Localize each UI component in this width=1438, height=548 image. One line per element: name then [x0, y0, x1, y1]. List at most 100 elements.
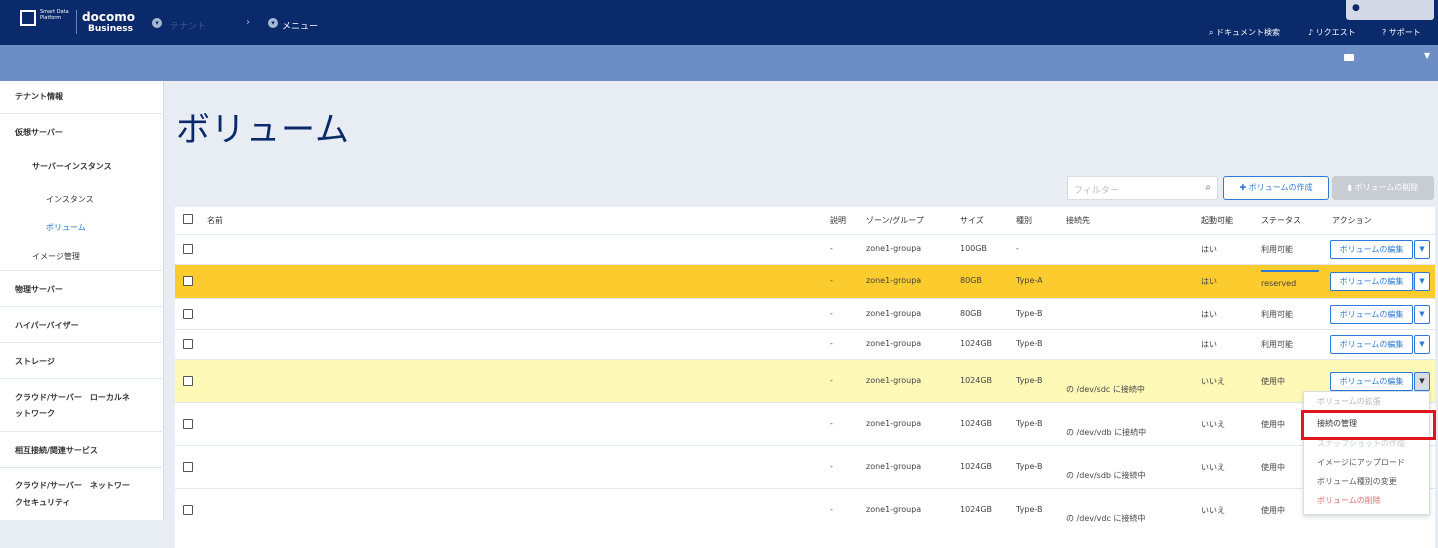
- select-all-checkbox[interactable]: [183, 214, 193, 224]
- sidebar-item-tenant[interactable]: テナント情報: [15, 91, 63, 102]
- action-dropdown-toggle[interactable]: ▼: [1414, 240, 1430, 259]
- cell-zone: zone1-groupa: [866, 309, 922, 318]
- sidebar-footer: [0, 520, 164, 548]
- table-row[interactable]: [175, 402, 1435, 445]
- cell-status: reserved: [1261, 279, 1297, 288]
- row-checkbox[interactable]: [183, 505, 193, 515]
- edit-volume-button[interactable]: ボリュームの編集: [1330, 272, 1413, 291]
- menu-dropdown-icon[interactable]: ▾: [268, 18, 278, 28]
- header-type[interactable]: 種別: [1016, 215, 1032, 226]
- sidebar-item-cloud-local-2[interactable]: ットワーク: [15, 408, 55, 419]
- edit-volume-button[interactable]: ボリュームの編集: [1330, 305, 1413, 324]
- row-checkbox[interactable]: [183, 376, 193, 386]
- sidebar-item-interconnect[interactable]: 相互接続/関連サービス: [15, 445, 98, 456]
- menu-item-extend[interactable]: ボリュームの拡張: [1317, 396, 1381, 407]
- cell-size: 1024GB: [960, 339, 993, 348]
- cell-zone: zone1-groupa: [866, 376, 922, 385]
- menu-item-delete[interactable]: ボリュームの削除: [1317, 495, 1381, 506]
- sidebar-item-virtual-server[interactable]: 仮想サーバー: [15, 127, 63, 138]
- cell-type: -: [1016, 244, 1019, 253]
- row-checkbox[interactable]: [183, 244, 193, 254]
- cell-desc: -: [830, 244, 833, 253]
- header-status[interactable]: ステータス: [1261, 215, 1301, 226]
- plus-icon: ✚: [1239, 183, 1249, 192]
- user-menu-button[interactable]: ●: [1346, 0, 1434, 20]
- filter-input[interactable]: フィルター ⌕: [1067, 176, 1218, 200]
- row-checkbox[interactable]: [183, 419, 193, 429]
- sidebar-item-cloud-local[interactable]: クラウド/サーバー ローカルネ: [15, 392, 130, 403]
- support-label: サポート: [1388, 28, 1421, 37]
- header-boot[interactable]: 起動可能: [1201, 215, 1233, 226]
- sidebar-item-hypervisor[interactable]: ハイパーバイザー: [15, 320, 79, 331]
- cell-size: 80GB: [960, 309, 982, 318]
- action-dropdown-toggle[interactable]: ▼: [1414, 305, 1430, 324]
- table-row[interactable]: [175, 329, 1435, 359]
- cell-status: 使用中: [1261, 463, 1285, 472]
- header-size[interactable]: サイズ: [960, 215, 984, 226]
- cell-desc: -: [830, 462, 833, 471]
- sdp-logo-icon[interactable]: [20, 10, 36, 26]
- menu-item-upload-image[interactable]: イメージにアップロード: [1317, 457, 1405, 468]
- header-name[interactable]: 名前: [207, 215, 223, 226]
- chevron-down-icon[interactable]: ▼: [1424, 51, 1430, 60]
- header-desc[interactable]: 説明: [830, 215, 846, 226]
- cell-type: Type-A: [1016, 276, 1043, 285]
- sidebar-item-cloud-security[interactable]: クラウド/サーバー ネットワー: [15, 480, 130, 491]
- cell-boot: いいえ: [1201, 420, 1225, 429]
- action-dropdown-toggle[interactable]: ▼: [1414, 335, 1430, 354]
- search-icon[interactable]: ⌕: [1205, 182, 1211, 193]
- create-volume-button[interactable]: ✚ ボリュームの作成: [1223, 176, 1329, 200]
- sidebar-item-image[interactable]: イメージ管理: [32, 251, 80, 262]
- divider: [0, 431, 164, 432]
- support-link[interactable]: ? サポート: [1382, 27, 1421, 38]
- cell-type: Type-B: [1016, 462, 1043, 471]
- cell-conn: の /dev/vdc に接続中: [1066, 514, 1146, 523]
- action-dropdown-toggle[interactable]: ▼: [1414, 272, 1430, 291]
- logo-divider: [76, 10, 77, 34]
- sidebar-item-volume[interactable]: ボリューム: [46, 222, 86, 233]
- table-row[interactable]: [175, 264, 1435, 298]
- breadcrumb-chevron-icon: ›: [246, 17, 250, 28]
- edit-volume-button[interactable]: ボリュームの編集: [1330, 335, 1413, 354]
- table-row[interactable]: [175, 234, 1435, 264]
- row-checkbox[interactable]: [183, 462, 193, 472]
- delete-volume-button[interactable]: ▮ ボリュームの削除: [1332, 176, 1434, 200]
- row-checkbox[interactable]: [183, 339, 193, 349]
- action-dropdown-toggle[interactable]: ▼: [1414, 372, 1430, 391]
- sub-header-bar: [0, 45, 1438, 81]
- divider: [0, 342, 164, 343]
- sidebar-item-instance[interactable]: インスタンス: [46, 194, 94, 205]
- breadcrumb-menu[interactable]: メニュー: [282, 19, 318, 32]
- sidebar-item-server-instance[interactable]: サーバーインスタンス: [32, 161, 112, 172]
- help-icon: ?: [1382, 28, 1389, 37]
- header-conn[interactable]: 接続先: [1066, 215, 1090, 226]
- cell-boot: はい: [1201, 245, 1217, 254]
- table-row[interactable]: [175, 488, 1435, 531]
- filter-placeholder: フィルター: [1074, 186, 1119, 196]
- cell-zone: zone1-groupa: [866, 462, 922, 471]
- edit-volume-button[interactable]: ボリュームの編集: [1330, 372, 1413, 391]
- sidebar: テナント情報 仮想サーバー サーバーインスタンス インスタンス ボリューム イメ…: [0, 81, 164, 548]
- row-checkbox[interactable]: [183, 309, 193, 319]
- page-title: ボリューム: [176, 110, 350, 150]
- table-row[interactable]: [175, 359, 1435, 402]
- menu-item-change-type[interactable]: ボリューム種別の変更: [1317, 476, 1397, 487]
- edit-volume-button[interactable]: ボリュームの編集: [1330, 240, 1413, 259]
- cell-boot: いいえ: [1201, 377, 1225, 386]
- header-action: アクション: [1332, 216, 1372, 225]
- sidebar-item-storage[interactable]: ストレージ: [15, 356, 55, 367]
- breadcrumb-tenant[interactable]: テナント: [170, 19, 206, 32]
- row-checkbox[interactable]: [183, 276, 193, 286]
- doc-search-link[interactable]: ⌕ ドキュメント検索: [1209, 27, 1280, 38]
- cell-boot: はい: [1201, 340, 1217, 349]
- grid-icon[interactable]: [1344, 54, 1354, 61]
- cell-type: Type-B: [1016, 339, 1043, 348]
- request-link[interactable]: ♪ リクエスト: [1308, 27, 1356, 38]
- sidebar-item-cloud-security-2[interactable]: クセキュリティ: [15, 497, 71, 508]
- cell-desc: -: [830, 376, 833, 385]
- table-row[interactable]: [175, 445, 1435, 488]
- sidebar-item-physical[interactable]: 物理サーバー: [15, 284, 63, 295]
- table-row[interactable]: [175, 298, 1435, 329]
- divider: [0, 306, 164, 307]
- header-zone[interactable]: ゾーン/グループ: [866, 215, 924, 226]
